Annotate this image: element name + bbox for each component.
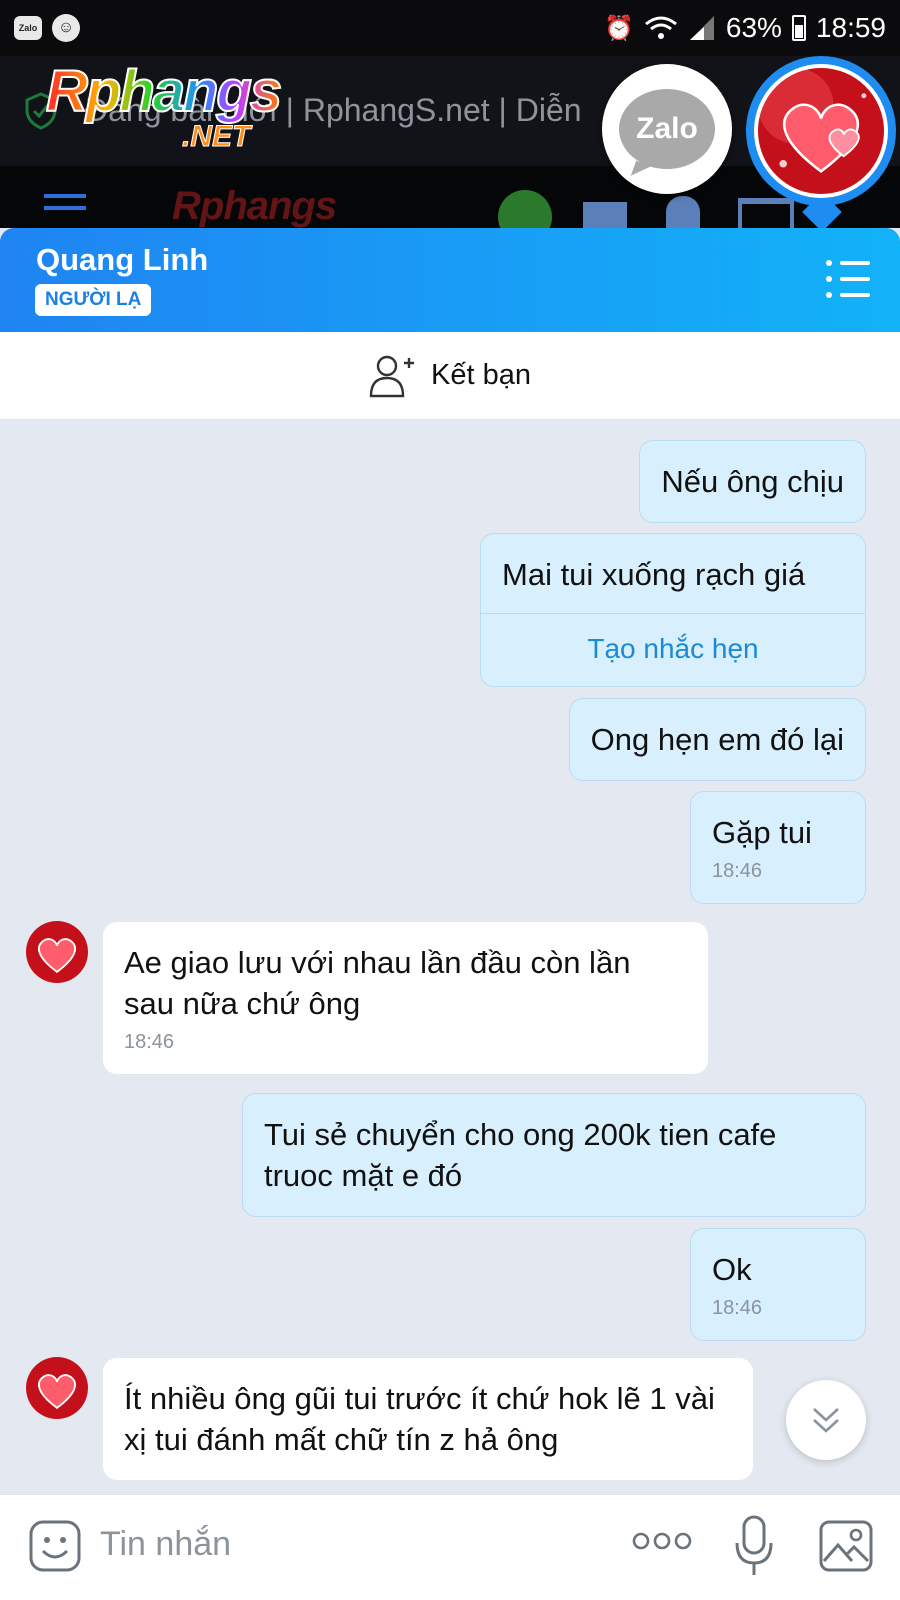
site-logo: Rphangs .NET (45, 58, 283, 154)
add-friend-icon (369, 355, 414, 397)
message-time: 18:46 (712, 860, 763, 882)
clock: 18:59 (815, 12, 886, 43)
bell-icon (666, 196, 700, 228)
user-dot-icon (498, 190, 552, 228)
notification-face-icon: ☺ (52, 14, 80, 42)
message-bubble[interactable]: Gặp tui 18:46 (690, 791, 866, 904)
wifi-icon (644, 16, 677, 39)
add-friend-label: Kết bạn (431, 359, 531, 391)
message-text: Mai tui xuống rạch giá (502, 557, 806, 592)
signal-icon (689, 16, 714, 40)
message-bubble[interactable]: Nếu ông chịu (639, 440, 866, 523)
zalo-logo: Zalo (619, 89, 715, 169)
message-bubble[interactable]: Ae giao lưu với nhau lần đầu còn lần sau… (103, 922, 708, 1074)
message-bubble[interactable]: Ok 18:46 (690, 1228, 866, 1341)
scroll-down-icon (813, 1408, 839, 1433)
menu-icon (44, 206, 86, 210)
message-text: Ok (712, 1252, 752, 1287)
message-input[interactable]: Tin nhắn (100, 1525, 231, 1564)
sender-avatar[interactable] (26, 921, 88, 983)
scroll-down-button[interactable] (786, 1380, 866, 1460)
message-text: Ong hẹn em đó lại (590, 722, 844, 757)
zalo-app-icon: Zalo (14, 16, 42, 40)
message-bubble[interactable]: Mai tui xuống rạch giá Tạo nhắc hẹn (480, 533, 866, 687)
message-text: Ae giao lưu với nhau lần đầu còn lần sau… (124, 945, 631, 1021)
zalo-chat-head[interactable]: Zalo (602, 64, 732, 194)
microphone-icon[interactable] (734, 1513, 774, 1579)
message-text: Nếu ông chịu (661, 464, 844, 499)
chat-header: Quang Linh NGƯỜI LẠ (0, 228, 900, 332)
mail-icon (583, 202, 627, 228)
create-reminder-link[interactable]: Tạo nhắc hẹn (502, 614, 844, 666)
image-icon[interactable] (818, 1519, 874, 1573)
shop-icon (738, 198, 794, 228)
message-text: Ít nhiều ông gũi tui trước ít chứ hok lẽ… (124, 1381, 715, 1457)
message-input-bar: Tin nhắn (0, 1494, 900, 1600)
contact-chat-head[interactable] (746, 56, 896, 206)
more-icon[interactable] (632, 1529, 692, 1553)
message-bubble[interactable]: Ít nhiều ông gũi tui trước ít chứ hok lẽ… (103, 1358, 753, 1480)
stranger-badge: NGƯỜI LẠ (35, 284, 152, 316)
status-bar: Zalo ☺ ⏰ 63% 18:59 (0, 0, 900, 56)
message-time: 18:46 (712, 1297, 763, 1319)
hearts-avatar (758, 68, 884, 194)
add-friend-button[interactable]: Kết bạn (0, 332, 900, 420)
message-bubble[interactable]: Tui sẻ chuyển cho ong 200k tien cafe tru… (242, 1093, 866, 1217)
alarm-icon: ⏰ (603, 14, 634, 42)
message-time: 18:46 (124, 1031, 175, 1053)
list-menu-icon[interactable] (826, 260, 870, 298)
message-text: Tui sẻ chuyển cho ong 200k tien cafe tru… (264, 1117, 777, 1193)
emoji-icon[interactable] (28, 1519, 82, 1573)
battery-percent: 63% (725, 12, 782, 43)
message-text: Gặp tui (712, 815, 812, 850)
contact-name[interactable]: Quang Linh (36, 242, 208, 278)
sender-avatar[interactable] (26, 1357, 88, 1419)
battery-icon (791, 15, 806, 41)
message-bubble[interactable]: Ong hẹn em đó lại (568, 698, 866, 781)
nav-logo: Rphangs (172, 184, 337, 228)
